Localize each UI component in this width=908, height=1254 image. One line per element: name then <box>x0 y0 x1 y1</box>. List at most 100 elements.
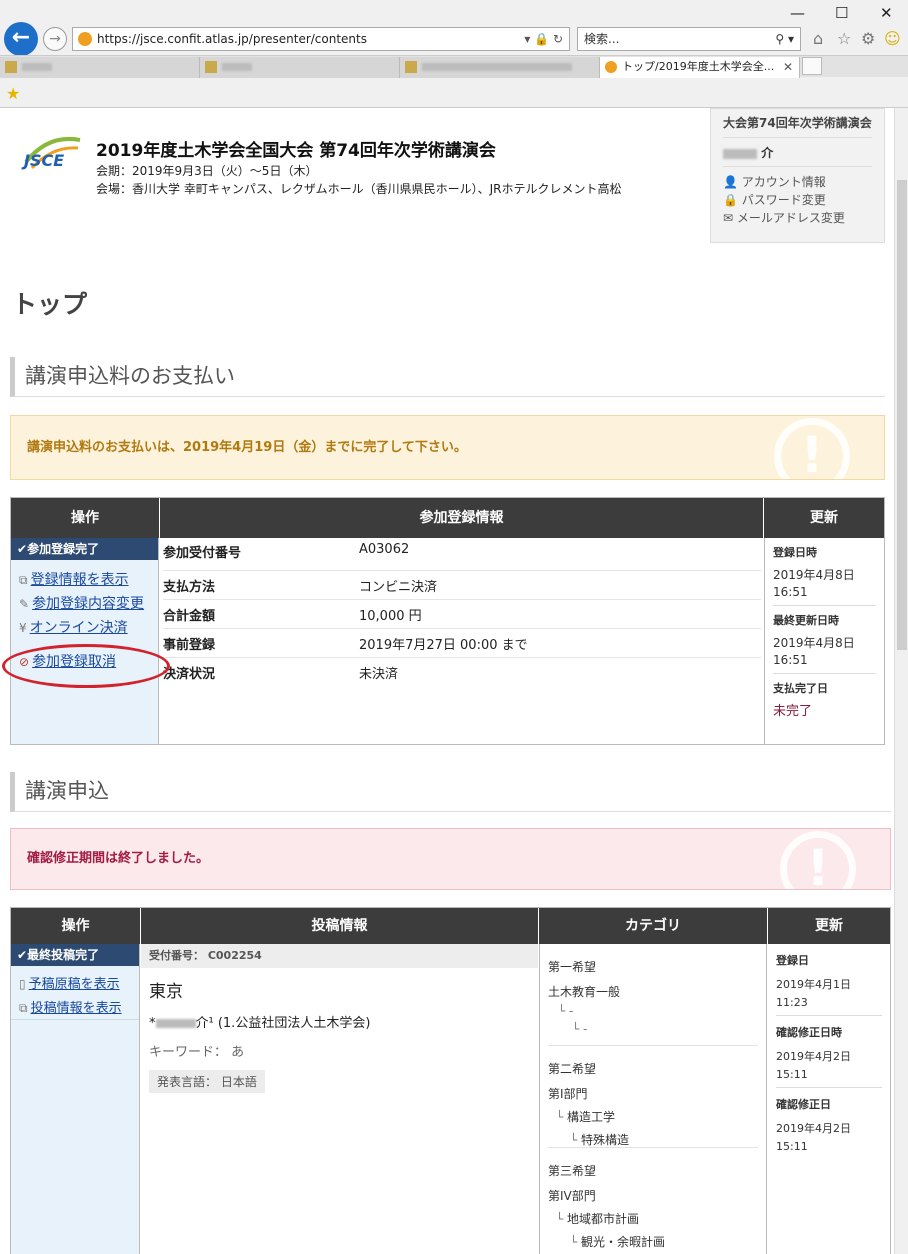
forward-arrow-icon: → <box>49 31 61 47</box>
site-title: 2019年度土木学会全国大会 第74回年次学術講演会 <box>96 141 496 161</box>
smiley-icon[interactable]: ☺ <box>884 29 901 48</box>
password-change-link[interactable]: 🔒 パスワード変更 <box>723 191 872 209</box>
site-favicon-icon <box>78 32 92 46</box>
revision-closed-alert: 確認修正期間は終了しました。 ! <box>10 828 891 890</box>
col-header-update: 更新 <box>764 498 884 538</box>
info-row: 支払方法 コンビニ決済 <box>163 571 761 600</box>
tab-blurred-3[interactable] <box>400 57 600 78</box>
address-bar[interactable]: https://jsce.confit.atlas.jp/presenter/c… <box>72 27 570 51</box>
col-header-category: カテゴリ <box>539 908 767 944</box>
tab-favicon-icon <box>405 61 417 73</box>
status-badge: ✔参加登録完了 <box>11 538 158 560</box>
edit-registration-link[interactable]: ✎ 参加登録内容変更 <box>11 592 158 616</box>
submission-table: 操作 投稿情報 カテゴリ 更新 ✔最終投稿完了 ▯ 予稿原稿を表示 ⧉ 投稿情報を表… <box>10 907 891 1254</box>
submission-info: 受付番号： C002254 東京 * 介¹ (1.公益社団法人土木学会) キーワー… <box>141 944 538 1254</box>
copy-icon: ⧉ <box>19 1001 28 1015</box>
search-icon[interactable]: ⚲ ▾ <box>775 28 794 50</box>
col-header-post: 投稿情報 <box>141 908 538 944</box>
settings-gear-icon[interactable]: ⚙ <box>861 29 875 48</box>
minimize-button[interactable]: — <box>790 4 805 22</box>
registration-info: 参加受付番号 A03062 支払方法 コンビニ決済 合計金額 10,000 円 事前登… <box>163 542 761 687</box>
active-tab-title: トップ/2019年度土木学会全... <box>622 60 775 73</box>
close-tab-icon[interactable]: ✕ <box>783 57 793 77</box>
registration-table: 操作 参加登録情報 更新 ✔参加登録完了 ⧉ 登録情報を表示 ✎ 参加登録内容変更 … <box>10 497 885 745</box>
search-box[interactable]: 検索... ⚲ ▾ <box>577 27 801 51</box>
user-box: 大会第74回年次学術講演会 介 👤 アカウント情報 🔒 パスワード変更 ✉ メー… <box>710 108 885 243</box>
view-manuscript-link[interactable]: ▯ 予稿原稿を表示 <box>11 972 139 996</box>
tab-blurred-2[interactable] <box>200 57 400 78</box>
payment-status-unpaid: 未決済 <box>359 667 399 682</box>
info-row: 参加受付番号 A03062 <box>163 542 761 571</box>
maximize-button[interactable]: ☐ <box>835 4 848 22</box>
lock-icon: 🔒 <box>723 193 738 207</box>
home-icon[interactable]: ⌂ <box>813 29 823 48</box>
tab-bar: トップ/2019年度土木学会全... ✕ <box>0 55 908 78</box>
submission-section-heading: 講演申込 <box>10 772 891 812</box>
back-arrow-icon: ← <box>11 25 31 50</box>
tab-active[interactable]: トップ/2019年度土木学会全... ✕ <box>600 57 800 78</box>
category-choice-2: 第二希望 第I部門 └ 構造工学 └ 特殊構造 <box>548 1046 758 1148</box>
search-placeholder: 検索... <box>584 32 620 46</box>
payment-deadline-alert: 講演申込料のお支払いは、2019年4月19日（金）までに完了して下さい。 ! <box>10 415 885 480</box>
add-favorites-icon[interactable]: ★ <box>6 84 20 103</box>
col-header-ops: 操作 <box>11 498 159 538</box>
category-choice-3: 第三希望 第IV部門 └ 地域都市計画 └ 観光・余暇計画 <box>548 1164 666 1249</box>
update-payment-complete: 支払完了日 未完了 <box>773 682 828 719</box>
scrollbar-thumb[interactable] <box>897 180 907 650</box>
account-info-link[interactable]: 👤 アカウント情報 <box>723 173 872 191</box>
submission-updates: 登録日 2019年4月1日 11:23 確認修正日時 2019年4月2日 15:11 確… <box>768 944 890 1254</box>
status-badge: ✔最終投稿完了 <box>11 944 139 966</box>
submission-title: 東京 <box>149 982 183 1002</box>
update-revised-date: 確認修正日 2019年4月2日 15:11 <box>776 1098 851 1153</box>
event-venue: 会場：香川大学 幸町キャンパス、レクザムホール（香川県県民ホール）、JRホテルク… <box>96 182 622 196</box>
email-change-link[interactable]: ✉ メールアドレス変更 <box>723 209 872 227</box>
payment-section-heading: 講演申込料のお支払い <box>10 357 885 397</box>
receipt-number: 受付番号： C002254 <box>141 944 538 968</box>
new-tab-button[interactable] <box>802 57 822 75</box>
keywords: キーワード： あ <box>149 1045 245 1060</box>
info-row: 合計金額 10,000 円 <box>163 600 761 629</box>
col-header-info: 参加登録情報 <box>160 498 763 538</box>
registration-updates: 登録日時 2019年4月8日 16:51 最終更新日時 2019年4月8日 16:51 … <box>764 538 884 744</box>
category-column: 第一希望 土木教育一般 └ - └ - 第二希望 第I部門 └ 構造工学 └ 特… <box>539 944 767 1254</box>
language-badge: 発表言語： 日本語 <box>149 1070 265 1093</box>
svg-text:JSCE: JSCE <box>21 151 64 170</box>
revision-alert-text: 確認修正期間は終了しました。 <box>27 851 210 866</box>
exclamation-icon: ! <box>780 831 856 889</box>
red-annotation-circle <box>2 644 170 688</box>
copy-icon: ⧉ <box>19 573 28 587</box>
update-revised-datetime: 確認修正日時 2019年4月2日 15:11 <box>776 1016 882 1088</box>
info-row: 決済状況 未決済 <box>163 658 761 687</box>
view-submission-link[interactable]: ⧉ 投稿情報を表示 <box>11 996 139 1020</box>
jsce-logo: JSCE <box>21 137 81 170</box>
forward-button[interactable]: → <box>43 27 67 51</box>
exclamation-icon: ! <box>774 418 850 479</box>
tab-favicon-icon <box>605 61 617 73</box>
envelope-icon: ✉ <box>723 211 734 225</box>
address-controls-icon[interactable]: ▾ 🔒 ↻ <box>524 28 563 50</box>
url-text: https://jsce.confit.atlas.jp/presenter/c… <box>97 32 367 46</box>
online-payment-link[interactable]: ¥ オンライン決済 <box>11 616 158 640</box>
payment-alert-text: 講演申込料のお支払いは、2019年4月19日（金）までに完了して下さい。 <box>27 440 467 455</box>
update-registered: 登録日時 2019年4月8日 16:51 <box>773 544 876 606</box>
ops-column: ✔最終投稿完了 ▯ 予稿原稿を表示 ⧉ 投稿情報を表示 <box>11 944 140 1254</box>
view-registration-link[interactable]: ⧉ 登録情報を表示 <box>11 568 158 592</box>
event-period: 会期：2019年9月3日（火）～5日（木） <box>96 164 318 178</box>
browser-chrome: — ☐ ✕ ← → https://jsce.confit.atlas.jp/p… <box>0 0 908 108</box>
user-event-name: 大会第74回年次学術講演会 <box>723 113 872 138</box>
check-circle-icon: ✔ <box>17 948 28 962</box>
ops-column: ✔参加登録完了 ⧉ 登録情報を表示 ✎ 参加登録内容変更 ¥ オンライン決済 ⊘ 参加登… <box>11 538 159 744</box>
page-scrollbar[interactable] <box>894 108 908 1254</box>
tab-blurred-1[interactable] <box>0 57 200 78</box>
close-window-button[interactable]: ✕ <box>880 4 893 22</box>
col-header-ops: 操作 <box>11 908 140 944</box>
tab-favicon-icon <box>5 61 17 73</box>
update-last-modified: 最終更新日時 2019年4月8日 16:51 <box>773 606 876 674</box>
user-icon: 👤 <box>723 175 738 189</box>
favorites-star-icon[interactable]: ☆ <box>837 29 851 48</box>
col-header-update: 更新 <box>768 908 890 944</box>
info-row: 事前登録 2019年7月27日 00:00 まで <box>163 629 761 658</box>
author-line: * 介¹ (1.公益社団法人土木学会) <box>149 1016 371 1031</box>
tab-favicon-icon <box>205 61 217 73</box>
back-button[interactable]: ← <box>4 22 38 56</box>
